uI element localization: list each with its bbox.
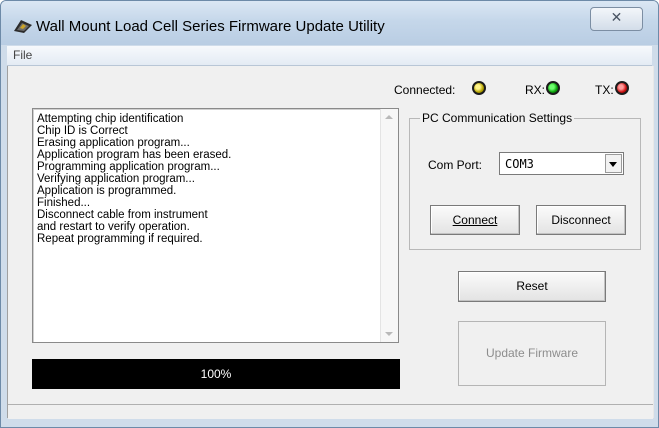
log-line: Programming application program... [37, 161, 220, 173]
log-textbox[interactable]: Attempting chip identification Chip ID i… [32, 108, 399, 343]
connected-led-icon [472, 81, 486, 95]
app-window: Wall Mount Load Cell Series Firmware Upd… [0, 0, 659, 428]
update-firmware-label: Update Firmware [485, 346, 579, 360]
window-title: Wall Mount Load Cell Series Firmware Upd… [36, 18, 385, 35]
pc-settings-group: PC Communication Settings Com Port: COM3… [409, 111, 641, 250]
log-line: Erasing application program... [37, 137, 190, 149]
log-line: Finished... [37, 197, 91, 209]
disconnect-label: Disconnect [551, 213, 611, 227]
chevron-down-icon [609, 162, 617, 167]
log-line: Repeat programming if required. [37, 233, 203, 245]
log-lines: Attempting chip identification Chip ID i… [37, 113, 231, 245]
reset-button[interactable]: Reset [458, 271, 606, 302]
progress-bar: 100% [32, 359, 400, 389]
title-bar: Wall Mount Load Cell Series Firmware Upd… [1, 1, 658, 45]
disconnect-button[interactable]: Disconnect [536, 205, 626, 235]
log-scrollbar[interactable] [380, 109, 398, 342]
connected-label: Connected: [394, 83, 456, 97]
progress-label: 100% [200, 367, 232, 381]
scroll-up-icon[interactable] [385, 115, 393, 119]
group-title: PC Communication Settings [420, 111, 575, 125]
app-icon [14, 20, 32, 33]
menu-file[interactable]: File [13, 48, 32, 62]
log-line: Application program has been erased. [37, 149, 232, 161]
com-port-select[interactable]: COM3 [499, 152, 624, 175]
com-port-label: Com Port: [428, 158, 483, 172]
menu-bar: File [7, 46, 652, 66]
rx-led-icon [546, 81, 560, 95]
log-line: Verifying application program... [37, 173, 195, 185]
connect-button[interactable]: Connect [430, 205, 520, 235]
tx-label: TX: [595, 83, 614, 97]
rx-label: RX: [525, 83, 546, 97]
update-firmware-button[interactable]: Update Firmware [458, 321, 606, 386]
log-line: and restart to verify operation. [37, 221, 190, 233]
log-line: Attempting chip identification [37, 113, 184, 125]
log-line: Chip ID is Correct [37, 125, 128, 137]
com-port-value: COM3 [505, 157, 534, 171]
client-area: Connected: RX: TX: Attempting chip ident… [7, 66, 654, 419]
close-button[interactable]: ✕ [590, 7, 643, 31]
status-bar [8, 404, 653, 419]
tx-led-icon [615, 81, 629, 95]
log-line: Disconnect cable from instrument [37, 209, 208, 221]
connect-label: Connect [452, 213, 498, 227]
dropdown-button[interactable] [605, 154, 622, 173]
log-line: Application is programmed. [37, 185, 177, 197]
scroll-down-icon[interactable] [385, 332, 393, 336]
reset-label: Reset [516, 279, 548, 293]
close-icon: ✕ [610, 10, 623, 26]
